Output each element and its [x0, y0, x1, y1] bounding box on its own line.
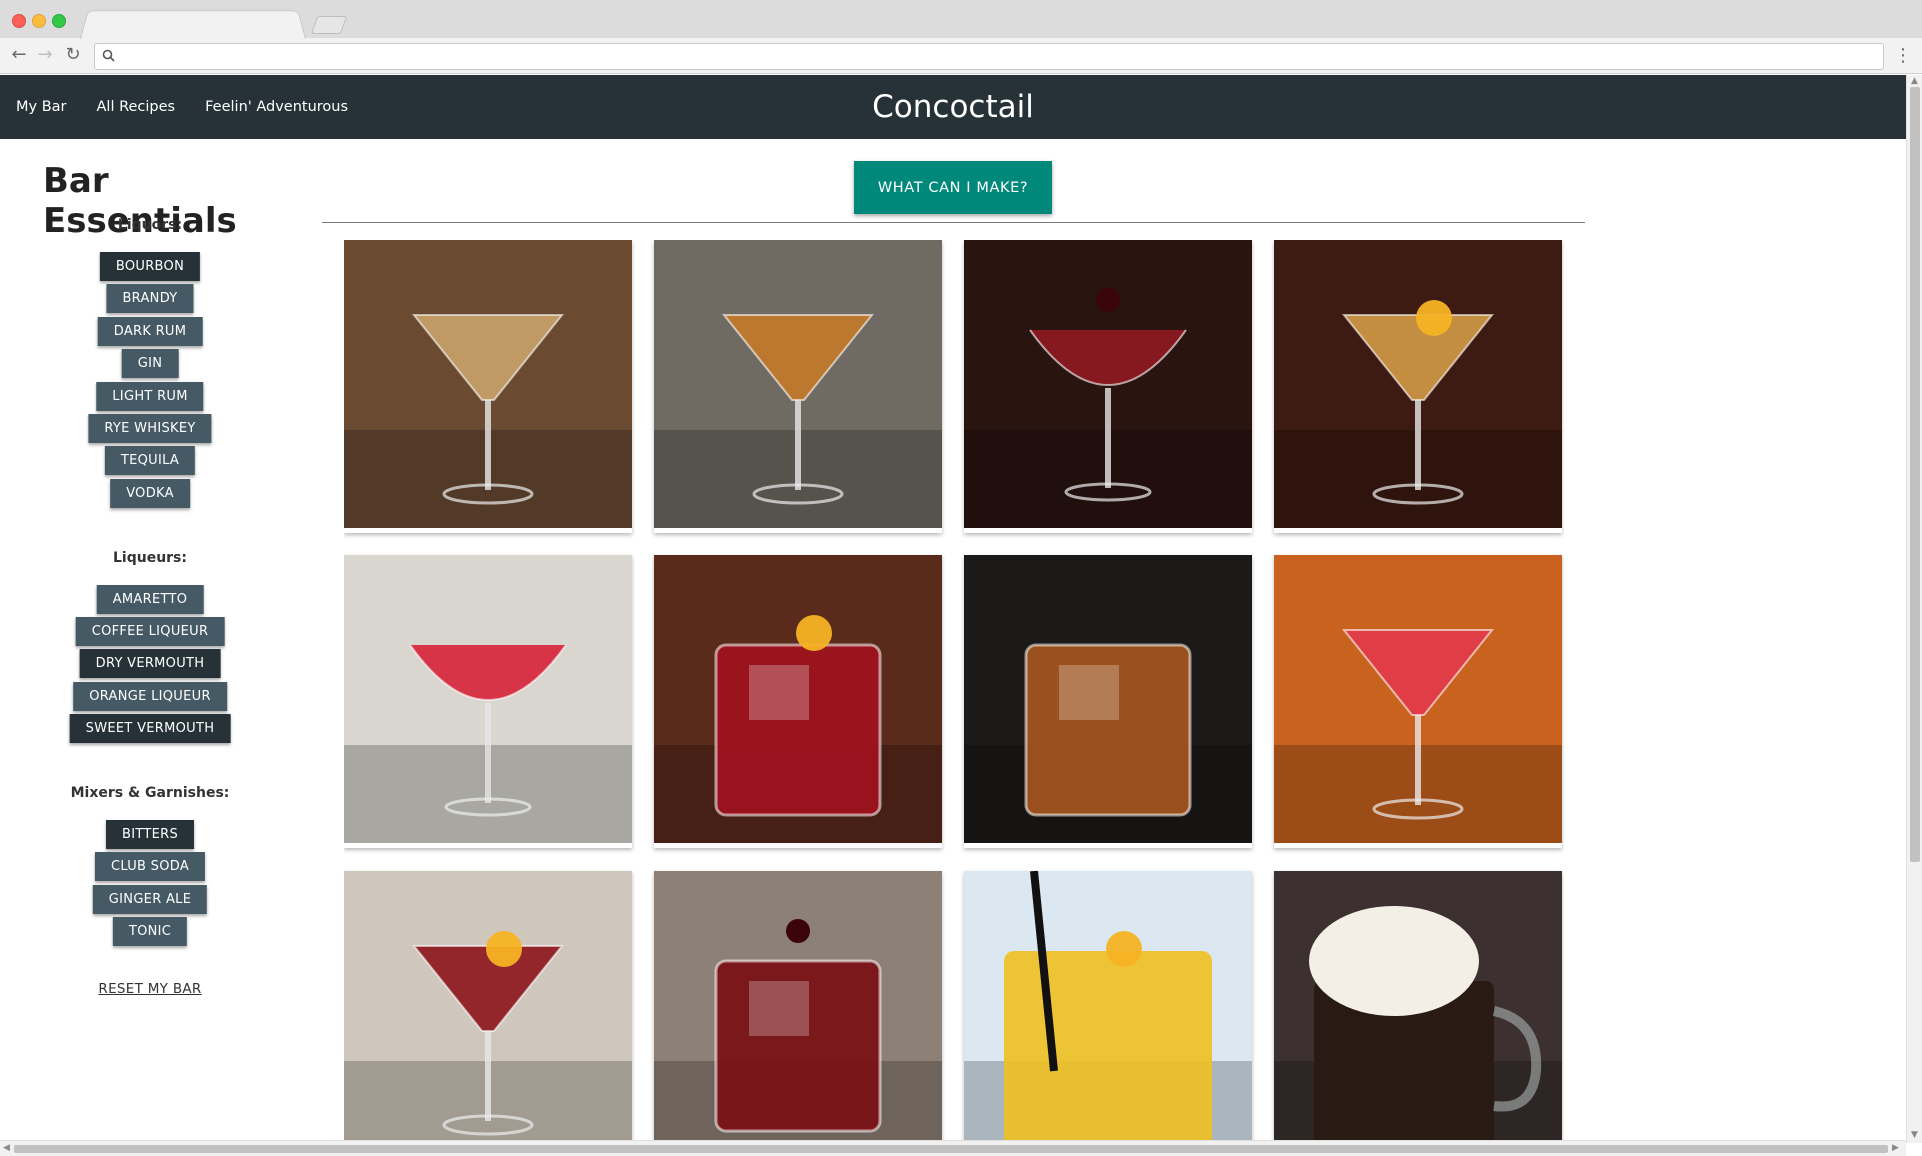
section-label-liqueurs: Liqueurs: [112, 550, 187, 566]
browser-tab[interactable] [80, 10, 306, 39]
new-tab-button[interactable] [310, 16, 348, 34]
scroll-right-icon[interactable]: ▶ [1892, 1142, 1899, 1154]
horizontal-scrollbar[interactable]: ◀ ▶ [0, 1140, 1906, 1156]
vertical-scroll-thumb[interactable] [1910, 87, 1920, 862]
close-window-icon[interactable] [12, 14, 26, 28]
old-fashioned-ice-photo [964, 555, 1252, 843]
float-ice-cream-mug-photo [1274, 871, 1562, 1140]
cocktail-card[interactable] [344, 240, 632, 533]
ingredient-chip[interactable]: ORANGE LIQUEUR [73, 682, 227, 711]
two-martinis-bottles-photo [1274, 555, 1562, 843]
ingredient-chip[interactable]: TEQUILA [104, 446, 196, 475]
ingredient-chip[interactable]: GIN [121, 349, 179, 378]
ingredient-chip[interactable]: BITTERS [105, 820, 195, 849]
cocktail-card[interactable] [964, 871, 1252, 1140]
vertical-scrollbar[interactable]: ▲ ▼ [1906, 75, 1922, 1143]
cocktail-card[interactable] [654, 871, 942, 1140]
back-arrow-icon[interactable]: ← [8, 44, 30, 66]
scroll-down-icon[interactable]: ▼ [1911, 1129, 1918, 1141]
ingredient-chip[interactable]: VODKA [110, 479, 190, 508]
cocktail-card[interactable] [1274, 240, 1562, 533]
ingredient-chip[interactable]: DARK RUM [97, 317, 203, 346]
martini-glass-stone-wall-photo [654, 240, 942, 528]
cocktail-card[interactable] [1274, 871, 1562, 1140]
ingredient-chip[interactable]: CLUB SODA [94, 852, 206, 881]
tab-strip [0, 0, 1922, 39]
reload-icon[interactable]: ↻ [62, 44, 84, 66]
section-label-mixers: Mixers & Garnishes: [70, 785, 230, 801]
coupe-cherry-dark-photo [964, 240, 1252, 528]
horizontal-scroll-thumb[interactable] [14, 1145, 1888, 1153]
martini-glass-cafe-photo [344, 240, 632, 528]
cocktail-card[interactable] [1274, 555, 1562, 848]
cocktail-card[interactable] [964, 555, 1252, 848]
search-icon [102, 49, 115, 62]
ingredient-chip[interactable]: SWEET VERMOUTH [69, 714, 231, 743]
martini-red-twist-photo [344, 871, 632, 1140]
divider [322, 222, 1585, 223]
nav-all-recipes[interactable]: All Recipes [97, 99, 176, 115]
browser-chrome: ← → ↻ ⋮ [0, 0, 1922, 74]
maximize-window-icon[interactable] [52, 14, 66, 28]
reset-my-bar-link[interactable]: RESET MY BAR [0, 981, 300, 997]
bar-sidebar: Bar Essentials Liquors: BOURBON BRANDY D… [0, 139, 300, 1139]
address-bar[interactable] [94, 43, 1884, 70]
ingredient-chip[interactable]: BRANDY [106, 284, 194, 313]
ingredient-chip[interactable]: RYE WHISKEY [88, 414, 212, 443]
what-can-i-make-button[interactable]: WHAT CAN I MAKE? [854, 161, 1052, 214]
cocktail-card[interactable] [654, 555, 942, 848]
forward-arrow-icon[interactable]: → [34, 44, 56, 66]
ingredient-chip[interactable]: BOURBON [99, 252, 201, 281]
ingredient-chip[interactable]: LIGHT RUM [96, 382, 204, 411]
cocktail-card[interactable] [654, 240, 942, 533]
cocktail-grid [344, 240, 1564, 1140]
minimize-window-icon[interactable] [32, 14, 46, 28]
ingredient-chip[interactable]: TONIC [112, 917, 188, 946]
nav-feelin-adventurous[interactable]: Feelin' Adventurous [205, 99, 348, 115]
browser-menu-icon[interactable]: ⋮ [1894, 44, 1912, 68]
nav-my-bar[interactable]: My Bar [16, 99, 67, 115]
scroll-up-icon[interactable]: ▲ [1911, 75, 1918, 87]
ingredient-chip[interactable]: GINGER ALE [92, 885, 208, 914]
ingredient-chip[interactable]: DRY VERMOUTH [79, 649, 221, 678]
cocktail-card[interactable] [344, 871, 632, 1140]
rocks-red-orange-photo [654, 555, 942, 843]
ingredient-chip[interactable]: AMARETTO [96, 585, 204, 614]
cocktail-card[interactable] [964, 240, 1252, 533]
section-label-liquors: Liquors: [117, 217, 183, 233]
coupe-red-hand-photo [344, 555, 632, 843]
highball-lemon-straw-photo [964, 871, 1252, 1140]
scroll-left-icon[interactable]: ◀ [3, 1142, 10, 1154]
app-header: Concoctail My Bar All Recipes Feelin' Ad… [0, 75, 1906, 139]
martini-glass-lemon-photo [1274, 240, 1562, 528]
ingredient-chip[interactable]: COFFEE LIQUEUR [75, 617, 225, 646]
rocks-red-olive-photo [654, 871, 942, 1140]
cocktail-card[interactable] [344, 555, 632, 848]
main-nav: My Bar All Recipes Feelin' Adventurous [16, 75, 348, 139]
